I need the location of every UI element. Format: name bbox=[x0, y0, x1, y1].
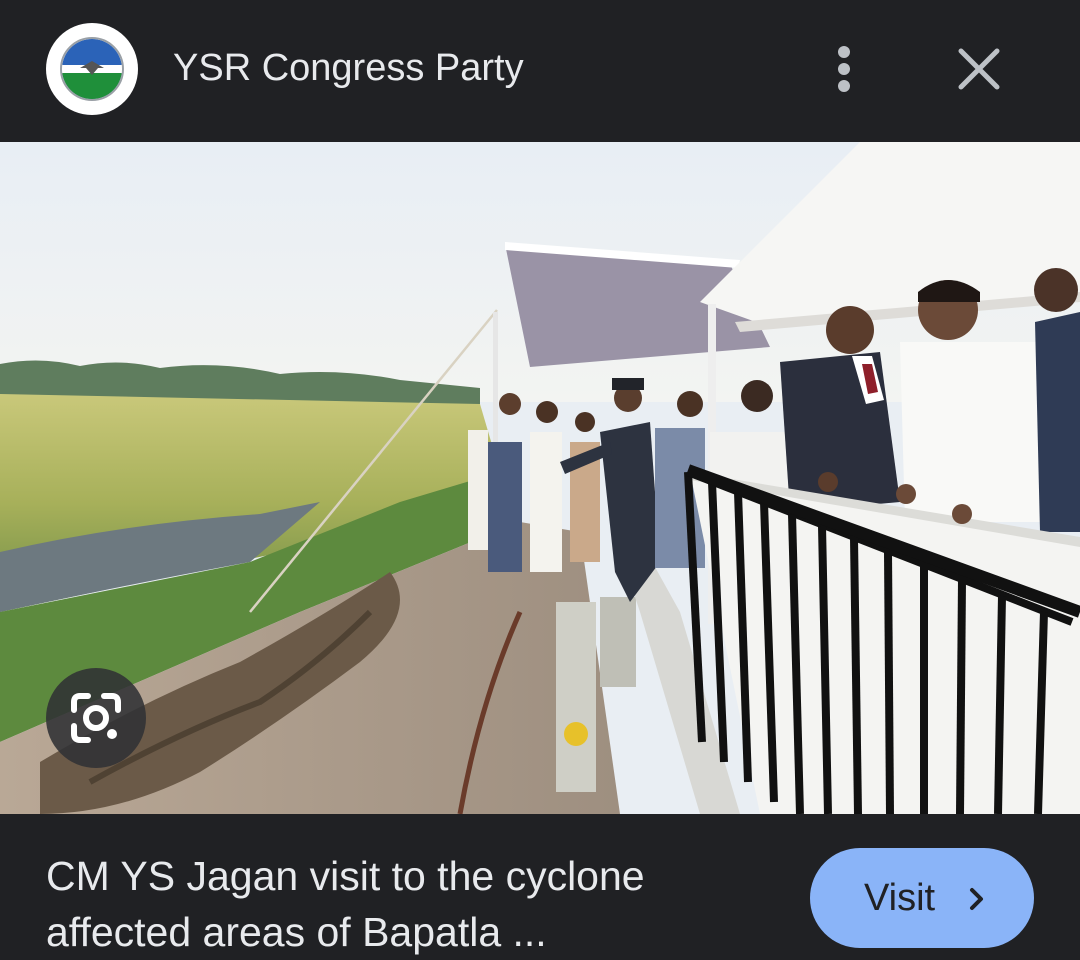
party-logo-avatar[interactable] bbox=[46, 23, 138, 115]
close-icon bbox=[958, 48, 1000, 90]
more-vert-icon-dot bbox=[838, 80, 850, 92]
visit-button-label: Visit bbox=[864, 877, 936, 919]
ysrcp-flag-icon bbox=[60, 37, 124, 101]
chevron-right-icon bbox=[970, 888, 983, 910]
close-button[interactable] bbox=[950, 40, 1008, 98]
source-title: YSR Congress Party bbox=[173, 47, 524, 89]
google-lens-button[interactable] bbox=[46, 668, 146, 768]
news-photo[interactable] bbox=[0, 142, 1080, 814]
caption-line-2: affected areas of Bapatla ... bbox=[46, 909, 547, 955]
caption-line-1: CM YS Jagan visit to the cyclone bbox=[46, 853, 645, 899]
cyclone-visit-photo bbox=[0, 142, 1080, 814]
visit-button[interactable]: Visit bbox=[810, 848, 1034, 948]
more-options-button[interactable] bbox=[820, 40, 868, 98]
top-bar: YSR Congress Party bbox=[0, 0, 1080, 142]
more-vert-icon bbox=[838, 46, 850, 58]
google-lens-icon bbox=[71, 693, 121, 743]
more-vert-icon-dot bbox=[838, 63, 850, 75]
image-caption[interactable]: CM YS Jagan visit to the cyclone affecte… bbox=[46, 848, 776, 960]
